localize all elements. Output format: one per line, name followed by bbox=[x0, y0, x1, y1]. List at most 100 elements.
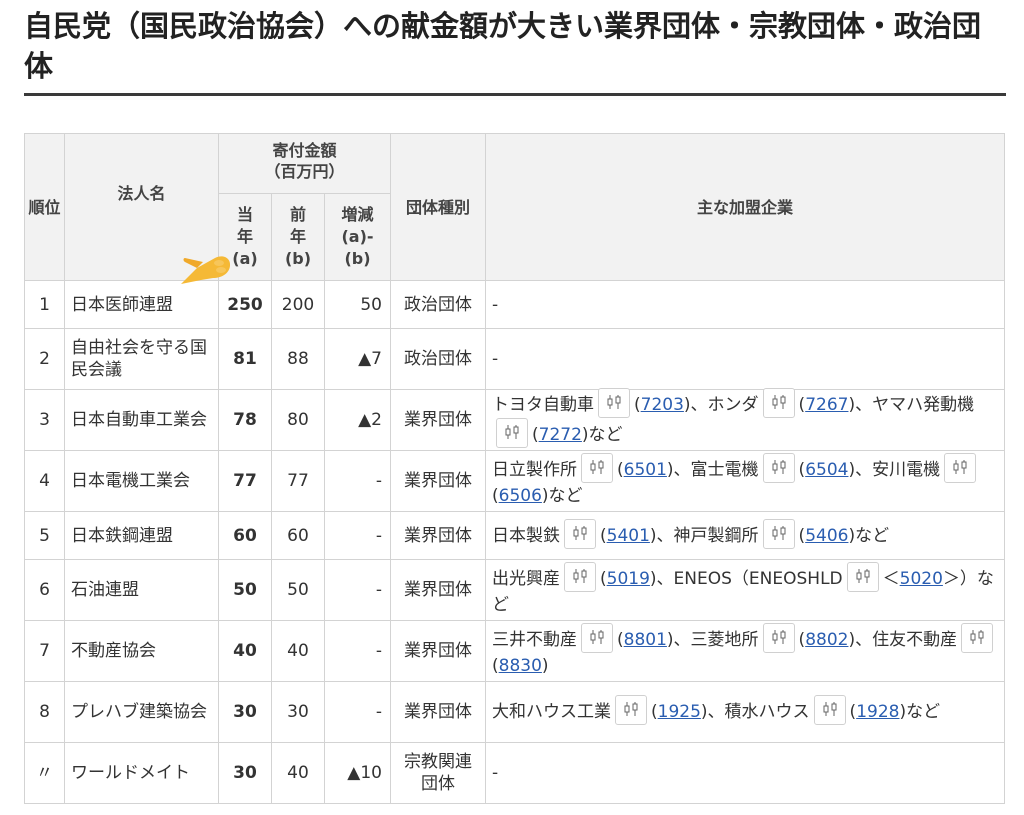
rank-cell: 〃 bbox=[24, 742, 65, 804]
candlestick-chart-icon[interactable] bbox=[564, 518, 596, 549]
member-companies-cell: 日本製鉄 (5401)、神戸製鋼所 (5406)など bbox=[485, 511, 1005, 560]
stock-code-link[interactable]: 5020 bbox=[900, 569, 943, 589]
header-row: 順位 法人名 寄付金額 （百万円） 団体種別 主な加盟企業 bbox=[24, 133, 1005, 284]
rank-cell: 4 bbox=[24, 450, 65, 512]
candlestick-chart-icon[interactable] bbox=[762, 453, 795, 483]
header-donation-group: 寄付金額 （百万円） bbox=[218, 133, 391, 194]
candlestick-chart-icon[interactable] bbox=[813, 695, 846, 725]
member-companies-cell: 大和ハウス工業 (1925)、積水ハウス (1928)など bbox=[485, 681, 1005, 743]
org-type-cell: 業界団体 bbox=[390, 559, 486, 621]
stock-code-link[interactable]: 6504 bbox=[805, 460, 848, 480]
stock-code-link[interactable]: 1928 bbox=[856, 702, 899, 722]
previous-amount-cell: 30 bbox=[271, 681, 325, 743]
member-text: ( bbox=[617, 460, 624, 480]
org-type-cell: 業界団体 bbox=[390, 620, 486, 682]
stock-code-link[interactable]: 1925 bbox=[658, 702, 701, 722]
header-type: 団体種別 bbox=[390, 133, 486, 281]
member-text: ＜ bbox=[882, 569, 900, 589]
member-text: - bbox=[492, 763, 499, 783]
diff-cell: ▲2 bbox=[324, 389, 391, 451]
current-amount-cell: 81 bbox=[218, 328, 272, 390]
current-amount-cell: 77 bbox=[218, 450, 272, 512]
candlestick-chart-icon[interactable] bbox=[944, 453, 977, 483]
member-companies-cell: トヨタ自動車 (7203)、ホンダ (7267)、ヤマハ発動機 (7272)など bbox=[485, 388, 1005, 451]
stock-code-link[interactable]: 5019 bbox=[607, 569, 650, 589]
rank-cell: 2 bbox=[24, 328, 65, 390]
rank-cell: 5 bbox=[24, 511, 65, 560]
member-companies-cell: - bbox=[485, 742, 1005, 804]
table-row: 1 日本医師連盟 250 200 50 政治団体 - bbox=[24, 280, 1005, 329]
org-name-cell: 不動産協会 bbox=[64, 620, 219, 682]
current-amount-cell: 40 bbox=[218, 620, 272, 682]
previous-amount-cell: 40 bbox=[271, 742, 325, 804]
current-amount-cell: 30 bbox=[218, 742, 272, 804]
table-row: 6 石油連盟 50 50- 業界団体 出光興産 (5019)、ENEOS（ENEOSHLD ＜… bbox=[24, 559, 1005, 621]
rank-cell: 1 bbox=[24, 280, 65, 329]
stock-code-link[interactable]: 7272 bbox=[539, 425, 582, 445]
org-name-cell: 自由社会を守る国民会議 bbox=[64, 328, 219, 390]
stock-code-link[interactable]: 8830 bbox=[499, 656, 542, 676]
diff-cell: - bbox=[324, 511, 391, 560]
stock-code-link[interactable]: 7203 bbox=[641, 395, 684, 415]
candlestick-chart-icon[interactable] bbox=[598, 388, 630, 418]
member-text: 日本製鉄 bbox=[492, 525, 560, 546]
header-previous: 前年 (b) bbox=[271, 193, 325, 281]
org-type-cell: 政治団体 bbox=[390, 280, 486, 329]
org-type-cell: 業界団体 bbox=[390, 681, 486, 743]
candlestick-chart-icon[interactable] bbox=[846, 562, 879, 592]
member-companies-cell: 三井不動産 (8801)、三菱地所 (8802)、住友不動産 (8830) bbox=[485, 620, 1005, 682]
member-text: )など bbox=[581, 425, 623, 445]
previous-amount-cell: 50 bbox=[271, 559, 325, 621]
previous-amount-cell: 77 bbox=[271, 450, 325, 512]
org-type-cell: 宗教関連団体 bbox=[390, 742, 486, 804]
member-text: ( bbox=[617, 630, 624, 650]
candlestick-chart-icon[interactable] bbox=[762, 623, 795, 653]
diff-cell: ▲10 bbox=[324, 742, 391, 804]
org-name-cell: プレハブ建築協会 bbox=[64, 681, 219, 743]
member-text: - bbox=[492, 294, 499, 315]
member-text: )など bbox=[899, 702, 941, 722]
stock-code-link[interactable]: 6501 bbox=[624, 460, 667, 480]
previous-amount-cell: 40 bbox=[271, 620, 325, 682]
member-companies-cell: - bbox=[485, 328, 1005, 390]
table-row: 4 日本電機工業会 77 77- 業界団体 日立製作所 (6501)、富士電機 (6504)、… bbox=[24, 450, 1005, 512]
table-row: 2 自由社会を守る国民会議 81 88 ▲7 政治団体 - bbox=[24, 328, 1005, 390]
org-type-cell: 業界団体 bbox=[390, 450, 486, 512]
stock-code-link[interactable]: 5406 bbox=[805, 526, 848, 546]
stock-code-link[interactable]: 7267 bbox=[805, 395, 848, 415]
candlestick-chart-icon[interactable] bbox=[762, 388, 795, 418]
member-text: )、富士電機 bbox=[666, 460, 759, 480]
member-text: ( bbox=[600, 525, 607, 546]
stock-code-link[interactable]: 8801 bbox=[624, 630, 667, 650]
candlestick-chart-icon[interactable] bbox=[564, 562, 596, 592]
diff-cell: - bbox=[324, 620, 391, 682]
previous-amount-cell: 80 bbox=[271, 389, 325, 451]
stock-code-link[interactable]: 5401 bbox=[607, 526, 650, 546]
org-name-cell: 石油連盟 bbox=[64, 559, 219, 621]
member-companies-cell: 日立製作所 (6501)、富士電機 (6504)、安川電機 (6506)など bbox=[485, 450, 1005, 512]
stock-code-link[interactable]: 6506 bbox=[499, 486, 542, 506]
member-text: 出光興産 bbox=[492, 569, 560, 589]
candlestick-chart-icon[interactable] bbox=[615, 695, 647, 725]
candlestick-chart-icon[interactable] bbox=[762, 518, 795, 549]
previous-amount-cell: 88 bbox=[271, 328, 325, 390]
org-type-text: 宗教関連団体 bbox=[404, 752, 472, 794]
header-diff: 増減 (a)- (b) bbox=[324, 193, 391, 281]
org-type-cell: 業界団体 bbox=[390, 511, 486, 560]
stock-code-link[interactable]: 8802 bbox=[805, 630, 848, 650]
candlestick-chart-icon[interactable] bbox=[496, 418, 528, 448]
rank-cell: 3 bbox=[24, 389, 65, 451]
pointing-hand-emoji-icon bbox=[181, 256, 231, 284]
member-text: )、安川電機 bbox=[848, 460, 941, 480]
member-text: ( bbox=[492, 656, 499, 676]
member-text: 三井不動産 bbox=[492, 630, 577, 650]
member-text: ( bbox=[651, 702, 658, 722]
candlestick-chart-icon[interactable] bbox=[581, 623, 613, 653]
candlestick-chart-icon[interactable] bbox=[581, 453, 613, 483]
current-amount-cell: 50 bbox=[218, 559, 272, 621]
candlestick-chart-icon[interactable] bbox=[961, 623, 994, 653]
member-text: )など bbox=[848, 525, 890, 546]
diff-cell: ▲7 bbox=[324, 328, 391, 390]
previous-amount-cell: 200 bbox=[271, 280, 325, 329]
diff-cell: - bbox=[324, 559, 391, 621]
